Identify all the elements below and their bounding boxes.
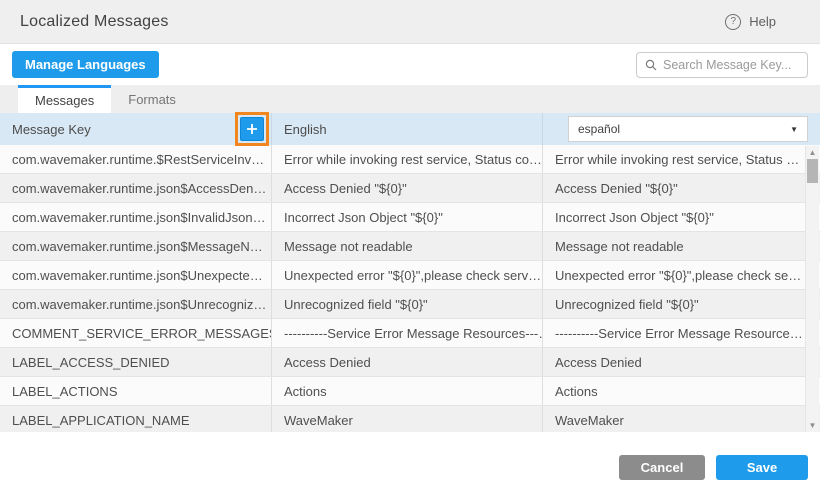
cell-english[interactable]: Error while invoking rest service, Statu…: [272, 145, 543, 173]
cell-translation[interactable]: Incorrect Json Object "${0}": [543, 210, 820, 225]
toolbar: Manage Languages: [0, 44, 820, 85]
cell-message-key[interactable]: LABEL_ACCESS_DENIED: [0, 348, 272, 376]
cell-translation[interactable]: Unexpected error "${0}",please check se…: [543, 268, 820, 283]
add-message-key-button[interactable]: [240, 117, 264, 141]
cell-english[interactable]: Incorrect Json Object "${0}": [272, 203, 543, 231]
cell-message-key[interactable]: com.wavemaker.runtime.json$MessageN…: [0, 232, 272, 260]
table-row[interactable]: com.wavemaker.runtime.json$MessageN… Mes…: [0, 232, 820, 261]
cell-translation[interactable]: Access Denied: [543, 355, 820, 370]
scroll-up-icon[interactable]: ▲: [806, 148, 819, 157]
cell-message-key[interactable]: com.wavemaker.runtime.$RestServiceInv…: [0, 145, 272, 173]
scroll-down-icon[interactable]: ▼: [806, 421, 819, 430]
save-button[interactable]: Save: [716, 455, 808, 480]
table-header-row: Message Key English español ▼: [0, 113, 820, 145]
tab-messages[interactable]: Messages: [18, 85, 111, 113]
cell-english[interactable]: WaveMaker: [272, 406, 543, 432]
table-row[interactable]: com.wavemaker.runtime.json$InvalidJson… …: [0, 203, 820, 232]
column-header-english: English: [272, 113, 543, 145]
table-row[interactable]: com.wavemaker.runtime.json$Unexpecte… Un…: [0, 261, 820, 290]
table-row[interactable]: com.wavemaker.runtime.$RestServiceInv… E…: [0, 145, 820, 174]
english-header-label: English: [284, 122, 327, 137]
cell-message-key[interactable]: com.wavemaker.runtime.json$AccessDen…: [0, 174, 272, 202]
search-icon: [645, 59, 657, 71]
cell-message-key[interactable]: com.wavemaker.runtime.json$Unrecogniz…: [0, 290, 272, 318]
dialog-footer: Cancel Save: [0, 432, 820, 490]
message-key-header-label: Message Key: [12, 122, 91, 137]
cell-message-key[interactable]: COMMENT_SERVICE_ERROR_MESSAGES: [0, 319, 272, 347]
table-body: com.wavemaker.runtime.$RestServiceInv… E…: [0, 145, 820, 432]
cell-message-key[interactable]: LABEL_APPLICATION_NAME: [0, 406, 272, 432]
cell-message-key[interactable]: LABEL_ACTIONS: [0, 377, 272, 405]
search-input[interactable]: [663, 58, 799, 72]
cell-message-key[interactable]: com.wavemaker.runtime.json$Unexpecte…: [0, 261, 272, 289]
cell-translation[interactable]: ----------Service Error Message Resource…: [543, 326, 820, 341]
cell-translation[interactable]: Access Denied "${0}": [543, 181, 820, 196]
cell-translation[interactable]: Message not readable: [543, 239, 820, 254]
chevron-down-icon: ▼: [790, 125, 798, 134]
table-row[interactable]: LABEL_ACTIONS Actions Actions: [0, 377, 820, 406]
page-title: Localized Messages: [20, 13, 169, 31]
manage-languages-button[interactable]: Manage Languages: [12, 51, 159, 78]
table-row[interactable]: LABEL_APPLICATION_NAME WaveMaker WaveMak…: [0, 406, 820, 432]
cell-english[interactable]: ----------Service Error Message Resource…: [272, 319, 543, 347]
vertical-scrollbar[interactable]: ▲ ▼: [805, 146, 819, 432]
cell-english[interactable]: Message not readable: [272, 232, 543, 260]
cell-message-key[interactable]: com.wavemaker.runtime.json$InvalidJson…: [0, 203, 272, 231]
cancel-button[interactable]: Cancel: [619, 455, 705, 480]
cell-english[interactable]: Access Denied: [272, 348, 543, 376]
add-button-highlight: [235, 112, 269, 146]
localized-messages-dialog: Localized Messages ? Help Manage Languag…: [0, 0, 820, 490]
cell-english[interactable]: Access Denied "${0}": [272, 174, 543, 202]
cell-translation[interactable]: Unrecognized field "${0}": [543, 297, 820, 312]
cell-translation[interactable]: WaveMaker: [543, 413, 820, 428]
table-row[interactable]: com.wavemaker.runtime.json$AccessDen… Ac…: [0, 174, 820, 203]
help-link[interactable]: ? Help: [725, 14, 776, 30]
tab-formats[interactable]: Formats: [111, 85, 193, 113]
help-label: Help: [749, 14, 776, 29]
search-box[interactable]: [636, 52, 808, 78]
table-row[interactable]: LABEL_ACCESS_DENIED Access Denied Access…: [0, 348, 820, 377]
cell-english[interactable]: Unrecognized field "${0}": [272, 290, 543, 318]
messages-table: Message Key English español ▼: [0, 113, 820, 432]
table-row[interactable]: COMMENT_SERVICE_ERROR_MESSAGES ---------…: [0, 319, 820, 348]
cell-translation[interactable]: Error while invoking rest service, Statu…: [543, 152, 820, 167]
column-header-language: español ▼: [543, 113, 820, 145]
dialog-titlebar: Localized Messages ? Help: [0, 0, 820, 44]
language-select-value: español: [578, 122, 620, 136]
language-select[interactable]: español ▼: [568, 116, 808, 142]
help-icon: ?: [725, 14, 741, 30]
cell-english[interactable]: Actions: [272, 377, 543, 405]
cell-english[interactable]: Unexpected error "${0}",please check ser…: [272, 261, 543, 289]
scrollbar-thumb[interactable]: [807, 159, 818, 183]
tab-bar: Messages Formats: [0, 85, 820, 113]
column-header-message-key: Message Key: [0, 113, 272, 145]
cell-translation[interactable]: Actions: [543, 384, 820, 399]
table-row[interactable]: com.wavemaker.runtime.json$Unrecogniz… U…: [0, 290, 820, 319]
plus-icon: [245, 122, 259, 136]
